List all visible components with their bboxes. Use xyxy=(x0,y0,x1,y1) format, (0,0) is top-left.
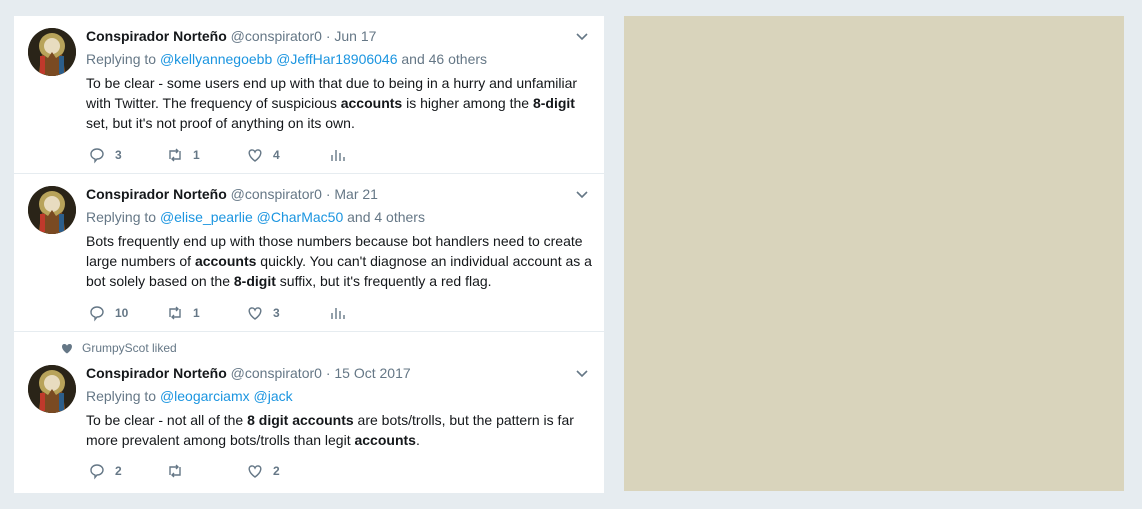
tweet[interactable]: GrumpyScot liked Conspirador Norteño @co… xyxy=(14,332,604,493)
reply-button[interactable]: 2 xyxy=(88,461,122,481)
chevron-down-icon[interactable] xyxy=(574,365,590,381)
reply-handle-link[interactable]: @jack xyxy=(254,388,293,404)
replying-prefix: Replying to xyxy=(86,209,157,225)
retweet-button[interactable]: 1 xyxy=(166,145,200,165)
reply-button[interactable]: 3 xyxy=(88,145,122,165)
retweet-count: 1 xyxy=(193,148,200,162)
replying-prefix: Replying to xyxy=(86,388,157,404)
replying-prefix: Replying to xyxy=(86,51,157,67)
tweet-text-part: is higher among the xyxy=(402,95,533,111)
reply-handle-link[interactable]: @elise_pearlie xyxy=(160,209,253,225)
tweet-text: To be clear - some users end up with tha… xyxy=(86,73,596,133)
author-name[interactable]: Conspirador Norteño xyxy=(86,365,227,381)
tweet[interactable]: Conspirador Norteño @conspirator0 · Jun … xyxy=(14,16,604,174)
heart-icon xyxy=(246,304,264,322)
heart-icon xyxy=(246,462,264,480)
avatar[interactable] xyxy=(28,365,76,413)
tweet-header: Conspirador Norteño @conspirator0 · 15 O… xyxy=(86,363,564,383)
tweet-header: Conspirador Norteño @conspirator0 · Jun … xyxy=(86,26,564,46)
tweet-actions: 3 1 4 xyxy=(86,145,566,165)
side-panel xyxy=(624,16,1124,491)
reply-icon xyxy=(88,146,106,164)
author-handle[interactable]: @conspirator0 xyxy=(231,186,322,202)
reply-handle-link[interactable]: @JeffHar18906046 xyxy=(276,51,397,67)
tweet-text-bold: accounts xyxy=(194,253,257,269)
tweet-text-bold: 8-digit xyxy=(233,273,276,289)
separator: · xyxy=(325,28,331,44)
heart-icon xyxy=(60,341,74,355)
retweet-button[interactable] xyxy=(166,461,193,481)
analytics-button[interactable] xyxy=(328,145,346,165)
reply-others[interactable]: and 4 others xyxy=(347,209,425,225)
tweet-actions: 10 1 3 xyxy=(86,303,566,323)
author-name[interactable]: Conspirador Norteño xyxy=(86,186,227,202)
reply-count: 3 xyxy=(115,148,122,162)
like-count: 4 xyxy=(273,148,280,162)
tweet-text-part: suffix, but it's frequently a red flag. xyxy=(275,273,492,289)
like-button[interactable]: 2 xyxy=(246,461,280,481)
reply-icon xyxy=(88,304,106,322)
retweet-button[interactable]: 1 xyxy=(166,303,200,323)
replying-to: Replying to @elise_pearlie @CharMac50 an… xyxy=(86,207,590,227)
reply-handle-link[interactable]: @leogarciamx xyxy=(160,388,250,404)
tweet[interactable]: Conspirador Norteño @conspirator0 · Mar … xyxy=(14,174,604,332)
retweet-count: 1 xyxy=(193,306,200,320)
chevron-down-icon[interactable] xyxy=(574,28,590,44)
tweet-text-part: To be clear - not all of the xyxy=(86,412,248,428)
like-count: 2 xyxy=(273,464,280,478)
retweet-icon xyxy=(166,146,184,164)
tweet-header: Conspirador Norteño @conspirator0 · Mar … xyxy=(86,184,564,204)
reply-handle-link[interactable]: @CharMac50 xyxy=(257,209,344,225)
reply-handle-link[interactable]: @kellyannegoebb xyxy=(160,51,272,67)
tweet-timeline: Conspirador Norteño @conspirator0 · Jun … xyxy=(14,16,604,493)
reply-count: 10 xyxy=(115,306,129,320)
author-name[interactable]: Conspirador Norteño xyxy=(86,28,227,44)
tweet-text: Bots frequently end up with those number… xyxy=(86,231,596,291)
author-handle[interactable]: @conspirator0 xyxy=(231,365,322,381)
like-button[interactable]: 4 xyxy=(246,145,280,165)
analytics-button[interactable] xyxy=(328,303,346,323)
retweet-icon xyxy=(166,462,184,480)
reply-count: 2 xyxy=(115,464,122,478)
reply-button[interactable]: 10 xyxy=(88,303,128,323)
reply-others[interactable]: and 46 others xyxy=(401,51,487,67)
tweet-text-part: set, but it's not proof of anything on i… xyxy=(86,115,355,131)
tweet-text-bold: 8-digit xyxy=(532,95,575,111)
liked-by-text[interactable]: GrumpyScot liked xyxy=(82,341,177,355)
tweet-text-part: . xyxy=(415,432,420,448)
replying-to: Replying to @leogarciamx @jack xyxy=(86,386,590,406)
like-button[interactable]: 3 xyxy=(246,303,280,323)
tweet-date[interactable]: 15 Oct 2017 xyxy=(334,365,410,381)
analytics-icon xyxy=(328,146,346,164)
reply-icon xyxy=(88,462,106,480)
tweet-text-bold: 8 digit accounts xyxy=(247,412,354,428)
separator: · xyxy=(325,186,331,202)
tweet-text-bold: accounts xyxy=(340,95,403,111)
heart-icon xyxy=(246,146,264,164)
retweet-icon xyxy=(166,304,184,322)
separator: · xyxy=(325,365,331,381)
replying-to: Replying to @kellyannegoebb @JeffHar1890… xyxy=(86,49,590,69)
tweet-text: To be clear - not all of the 8 digit acc… xyxy=(86,410,596,450)
avatar[interactable] xyxy=(28,28,76,76)
tweet-actions: 2 2 xyxy=(86,461,566,481)
author-handle[interactable]: @conspirator0 xyxy=(231,28,322,44)
tweet-date[interactable]: Mar 21 xyxy=(334,186,378,202)
tweet-text-bold: accounts xyxy=(354,432,416,448)
tweet-date[interactable]: Jun 17 xyxy=(334,28,376,44)
avatar[interactable] xyxy=(28,186,76,234)
chevron-down-icon[interactable] xyxy=(574,186,590,202)
like-count: 3 xyxy=(273,306,280,320)
analytics-icon xyxy=(328,304,346,322)
social-context: GrumpyScot liked xyxy=(60,340,177,356)
